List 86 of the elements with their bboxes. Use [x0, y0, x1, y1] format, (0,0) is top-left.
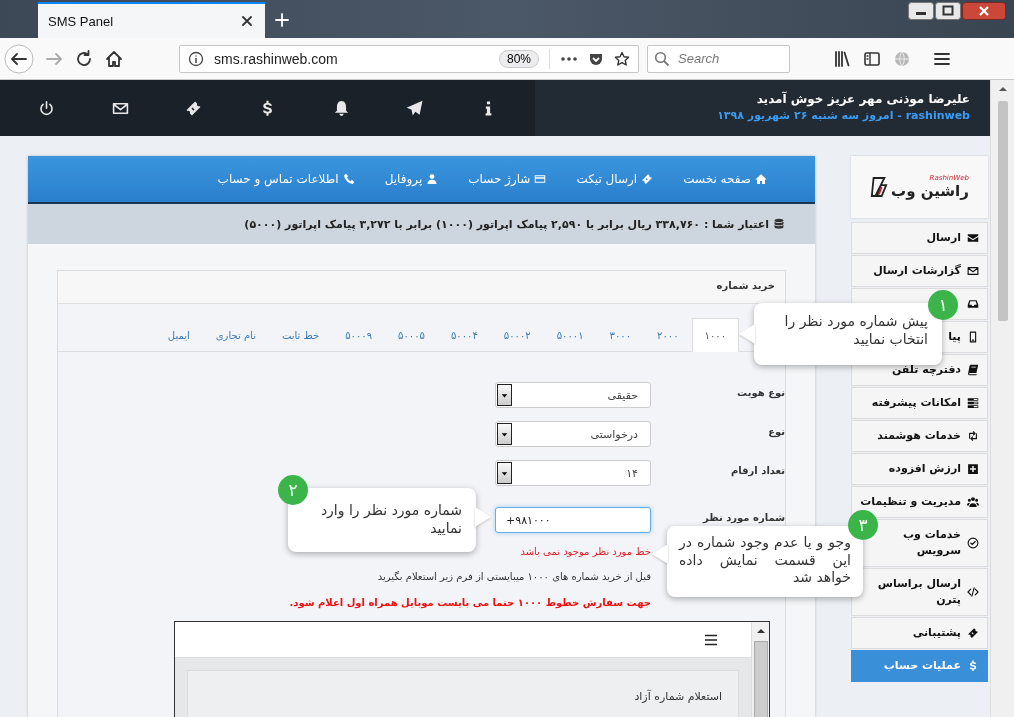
- credit-text: اعتبار شما : ۳۳۸,۷۶۰ ریال برابر با ۲,۵۹۰ پیامک اپراتور (۱۰۰۰) برابر با ۳,۲۷۲ پیامک اپراتور (۵۰۰۰): [244, 217, 769, 231]
- tab[interactable]: ۵۰۰۰۱: [543, 318, 597, 352]
- search-field[interactable]: Search: [647, 44, 790, 73]
- dropdown[interactable]: ۱۴: [495, 460, 651, 486]
- envelope-icon: [967, 265, 979, 277]
- home-icon[interactable]: [104, 48, 124, 69]
- envelope-icon: [967, 232, 979, 244]
- book-icon: [967, 364, 979, 376]
- code-icon: [967, 585, 979, 598]
- plus-icon[interactable]: [275, 13, 289, 27]
- library-icon[interactable]: [832, 48, 852, 69]
- frame-title: استعلام شماره آزاد: [634, 690, 722, 703]
- scroll-up-icon[interactable]: [755, 627, 766, 635]
- nav-link[interactable]: پروفایل: [384, 172, 439, 186]
- scrollbar-thumb[interactable]: [753, 641, 768, 717]
- tab[interactable]: ۵۰۰۰۹: [332, 318, 386, 352]
- users-icon: [967, 496, 979, 508]
- tab[interactable]: ایمیل: [154, 318, 203, 352]
- scroll-up-icon[interactable]: [997, 85, 1008, 93]
- home-icon: [755, 173, 767, 185]
- power-icon[interactable]: [38, 99, 56, 117]
- sidebar-item[interactable]: ارسال براساس پترن: [851, 567, 988, 616]
- info-icon[interactable]: [188, 50, 204, 67]
- logo-mark-icon: [870, 175, 889, 199]
- bell-icon[interactable]: [332, 99, 350, 117]
- user-icon: [426, 173, 439, 185]
- scrollbar-thumb[interactable]: [997, 101, 1008, 321]
- tab[interactable]: ۵۰۰۰۴: [437, 318, 491, 352]
- url-text: sms.rashinweb.com: [214, 50, 338, 67]
- tab[interactable]: نام تجاری: [202, 318, 269, 352]
- card-title: خرید شماره: [58, 271, 785, 304]
- ticket-icon: [641, 173, 654, 185]
- nav-link[interactable]: اطلاعات تماس و حساب: [217, 172, 355, 186]
- sidebar-item[interactable]: خدمات هوشمند: [851, 420, 988, 452]
- error-text: خط مورد نظر موجود نمی باشد: [519, 546, 651, 557]
- ticket-icon[interactable]: [185, 99, 203, 117]
- retweet-icon: [967, 430, 979, 442]
- field-label: نوع: [767, 425, 785, 440]
- maximize-icon[interactable]: [935, 2, 961, 20]
- mobile-icon: [967, 331, 979, 343]
- sidebar-item[interactable]: امکانات پیشرفته: [851, 387, 988, 419]
- sidebar-item[interactable]: پشتیبانی: [851, 616, 988, 649]
- nav-link[interactable]: ارسال تیکت: [576, 172, 654, 186]
- database-icon: [773, 218, 785, 230]
- welcome-text: علیرضا موذنی مهر عزیز خوش آمدید: [755, 92, 970, 106]
- sidebar-item[interactable]: گزارشات ارسال: [851, 255, 988, 287]
- date-text: rashinweb - امروز سه شنبه ۲۶ شهریور ۱۳۹۸: [716, 109, 970, 122]
- back-icon[interactable]: [4, 43, 34, 74]
- more-icon[interactable]: [560, 55, 578, 62]
- minimize-icon[interactable]: [908, 2, 934, 20]
- paper-plane-icon[interactable]: [406, 99, 424, 117]
- tab[interactable]: ۲۰۰۰: [644, 318, 692, 352]
- nav-link[interactable]: شارژ حساب: [468, 172, 547, 186]
- field-label: نوع هویت: [736, 386, 785, 401]
- note-text: قبل از خرید شماره های ۱۰۰۰ میبایستی از فرم زیر استعلام بگیرید: [376, 571, 651, 582]
- list-icon: [967, 397, 979, 409]
- dollar-icon: [967, 659, 979, 672]
- ticket-icon: [967, 626, 979, 639]
- reload-icon[interactable]: [74, 48, 94, 69]
- sidebar-item[interactable]: ارزش افزوده: [851, 453, 988, 485]
- browser-tab[interactable]: SMS Panel: [38, 2, 265, 38]
- tab[interactable]: خط ثابت: [268, 318, 333, 352]
- close-icon[interactable]: [962, 2, 1006, 20]
- field-label: شماره مورد نظر: [701, 511, 785, 526]
- inbox-icon: [967, 298, 979, 310]
- scrollbar[interactable]: [751, 622, 769, 717]
- star-icon[interactable]: [614, 50, 630, 67]
- dropdown[interactable]: درخواستی: [495, 421, 651, 447]
- sidebar-item[interactable]: مدیریت و تنظیمات: [851, 486, 988, 518]
- search-icon: [654, 50, 670, 67]
- dropdown[interactable]: حقیقی: [495, 382, 651, 408]
- nav-link[interactable]: صفحه نخست: [683, 172, 767, 186]
- number-input[interactable]: +۹۸۱۰۰۰: [495, 507, 651, 533]
- warning-text: جهت سفارش خطوط ۱۰۰۰ حتما می بایست موبایل همراه اول اعلام شود.: [288, 597, 651, 608]
- credit-card-icon: [534, 173, 547, 185]
- zoom-badge[interactable]: 80%: [498, 49, 539, 68]
- close-icon[interactable]: [241, 15, 253, 27]
- tab[interactable]: ۵۰۰۰۲: [490, 318, 544, 352]
- field-label: تعداد ارقام: [729, 464, 785, 479]
- sidebar-item[interactable]: ارسال: [851, 222, 988, 254]
- hint-tooltip: پیش شماره مورد نظر را انتخاب نمایید: [754, 303, 942, 365]
- phone-icon: [342, 173, 355, 185]
- tab[interactable]: ۳۰۰۰: [596, 318, 645, 352]
- tab[interactable]: ۵۰۰۰۵: [385, 318, 438, 352]
- address-bar[interactable]: sms.rashinweb.com 80%: [179, 44, 639, 73]
- scrollbar[interactable]: [990, 80, 1014, 717]
